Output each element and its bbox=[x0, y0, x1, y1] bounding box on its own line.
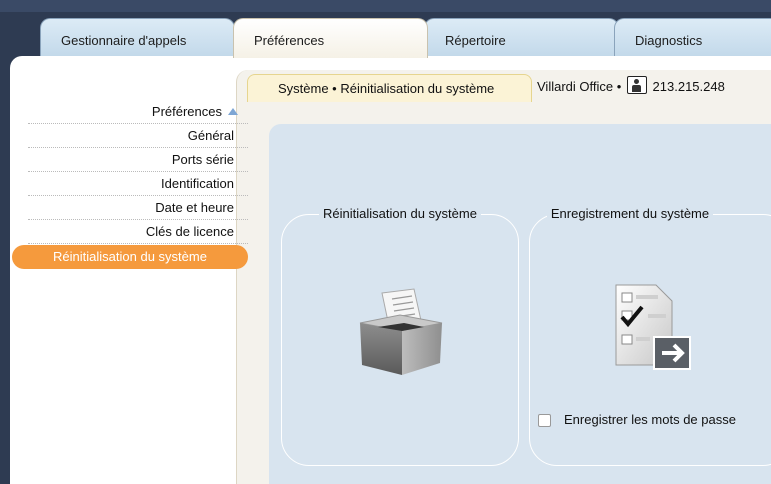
sidebar-item-date-time[interactable]: Date et heure bbox=[28, 196, 248, 220]
sidebar-item-label: Ports série bbox=[171, 152, 234, 167]
save-passwords-label: Enregistrer les mots de passe bbox=[564, 412, 736, 427]
collapse-up-icon[interactable] bbox=[228, 108, 238, 115]
tab-diagnostics[interactable]: Diagnostics bbox=[614, 18, 771, 56]
checklist-export-icon[interactable] bbox=[610, 281, 700, 377]
breadcrumb: Système • Réinitialisation du système bbox=[247, 74, 532, 102]
sidebar-item-license-keys[interactable]: Clés de licence bbox=[28, 220, 248, 244]
save-passwords-checkbox[interactable] bbox=[538, 414, 551, 427]
sidebar-item-label: Général bbox=[187, 128, 234, 143]
sidebar-item-label: Identification bbox=[161, 176, 234, 191]
site-name: Villardi Office • bbox=[537, 79, 622, 94]
ip-address: 213.215.248 bbox=[652, 79, 725, 94]
tab-call-manager[interactable]: Gestionnaire d'appels bbox=[40, 18, 235, 56]
site-info: Villardi Office • 213.215.248 bbox=[537, 76, 725, 94]
sidebar: Préférences Général Ports série Identifi… bbox=[10, 100, 248, 269]
tab-label: Gestionnaire d'appels bbox=[61, 33, 187, 48]
sidebar-item-serial-ports[interactable]: Ports série bbox=[28, 148, 248, 172]
tab-directory[interactable]: Répertoire bbox=[424, 18, 619, 56]
sidebar-item-system-reset[interactable]: Réinitialisation du système bbox=[12, 245, 248, 269]
breadcrumb-path: Système • Réinitialisation du système bbox=[278, 81, 495, 96]
sidebar-item-general[interactable]: Général bbox=[28, 124, 248, 148]
sidebar-item-label: Clés de licence bbox=[145, 224, 234, 239]
tab-label: Diagnostics bbox=[635, 33, 703, 48]
sidebar-item-identification[interactable]: Identification bbox=[28, 172, 248, 196]
archive-box-icon[interactable] bbox=[352, 285, 448, 381]
sidebar-header-preferences[interactable]: Préférences bbox=[28, 100, 248, 124]
system-reset-title: Réinitialisation du système bbox=[319, 206, 481, 221]
tab-label: Préférences bbox=[254, 33, 325, 48]
tab-label: Répertoire bbox=[445, 33, 506, 48]
person-icon bbox=[626, 76, 647, 94]
system-save-title: Enregistrement du système bbox=[546, 206, 714, 221]
tab-preferences[interactable]: Préférences bbox=[233, 18, 428, 58]
content-area: Système • Réinitialisation du système Vi… bbox=[236, 70, 771, 484]
system-save-group: Enregistrement du système Enregistrer le… bbox=[529, 206, 771, 466]
sidebar-item-label: Réinitialisation du système bbox=[53, 249, 207, 264]
sidebar-item-label: Date et heure bbox=[155, 200, 234, 215]
settings-panel: Réinitialisation du système Enregistreme… bbox=[269, 124, 771, 484]
system-reset-group: Réinitialisation du système bbox=[281, 206, 519, 466]
sidebar-header-label: Préférences bbox=[151, 104, 222, 119]
